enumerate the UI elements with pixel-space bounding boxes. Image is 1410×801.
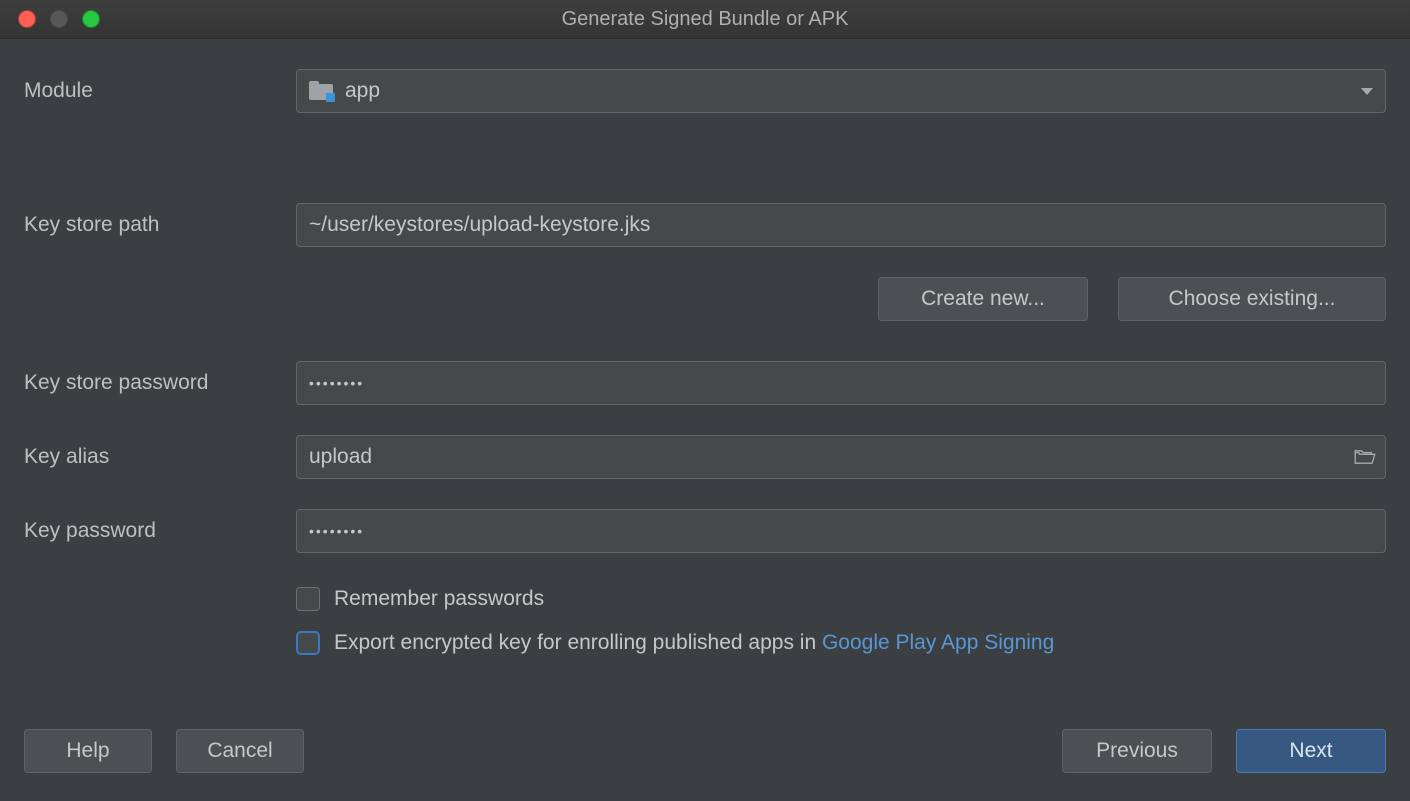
window-title: Generate Signed Bundle or APK [0, 8, 1410, 31]
keystore-buttons-row: Create new... Choose existing... [296, 277, 1386, 321]
titlebar: Generate Signed Bundle or APK [0, 0, 1410, 39]
create-new-button[interactable]: Create new... [878, 277, 1088, 321]
module-label: Module [24, 79, 296, 103]
dialog-content: Module app Key store path Create new... … [0, 39, 1410, 655]
choose-existing-button[interactable]: Choose existing... [1118, 277, 1386, 321]
module-folder-icon [309, 82, 333, 100]
dialog-footer: Help Cancel Previous Next [0, 729, 1410, 801]
remember-passwords-checkbox[interactable] [296, 587, 320, 611]
key-password-row: Key password [24, 509, 1386, 553]
keystore-password-row: Key store password [24, 361, 1386, 405]
module-dropdown[interactable]: app [296, 69, 1386, 113]
keystore-path-row: Key store path [24, 203, 1386, 247]
close-window-button[interactable] [18, 10, 36, 28]
export-key-row: Export encrypted key for enrolling publi… [296, 631, 1386, 655]
export-key-label: Export encrypted key for enrolling publi… [334, 631, 1054, 655]
minimize-window-button[interactable] [50, 10, 68, 28]
key-alias-row: Key alias [24, 435, 1386, 479]
google-play-app-signing-link[interactable]: Google Play App Signing [822, 631, 1054, 654]
key-password-label: Key password [24, 519, 296, 543]
chevron-down-icon [1361, 88, 1373, 95]
export-key-checkbox[interactable] [296, 631, 320, 655]
keystore-path-label: Key store path [24, 213, 296, 237]
next-button[interactable]: Next [1236, 729, 1386, 773]
zoom-window-button[interactable] [82, 10, 100, 28]
keystore-password-label: Key store password [24, 371, 296, 395]
key-password-input[interactable] [296, 509, 1386, 553]
remember-passwords-row: Remember passwords [296, 587, 1386, 611]
remember-passwords-label: Remember passwords [334, 587, 544, 611]
key-alias-input[interactable] [296, 435, 1386, 479]
keystore-password-input[interactable] [296, 361, 1386, 405]
module-dropdown-value: app [345, 79, 1361, 103]
key-alias-label: Key alias [24, 445, 296, 469]
window-controls [18, 10, 100, 28]
keystore-path-input[interactable] [296, 203, 1386, 247]
previous-button[interactable]: Previous [1062, 729, 1212, 773]
help-button[interactable]: Help [24, 729, 152, 773]
cancel-button[interactable]: Cancel [176, 729, 304, 773]
module-row: Module app [24, 69, 1386, 113]
open-folder-icon[interactable] [1354, 449, 1376, 465]
